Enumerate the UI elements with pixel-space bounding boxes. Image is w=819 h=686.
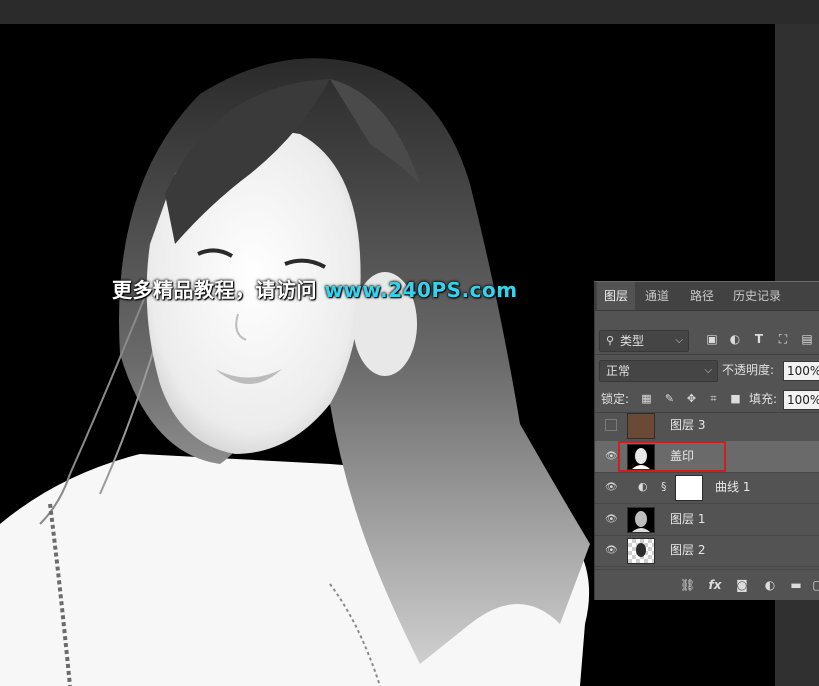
watermark-text: 更多精品教程，请访问 www.240PS.com xyxy=(112,274,518,303)
blend-mode-dropdown[interactable]: 正常 ⌵ xyxy=(599,360,718,382)
chevron-down-icon: ⌵ xyxy=(675,335,683,346)
lock-artboard-icon[interactable]: ⌗ xyxy=(707,392,720,405)
panel-tabs: 图层 通道 路径 历史记录 xyxy=(595,282,819,311)
layer-name: 图层 2 xyxy=(670,543,706,557)
layer-name: 图层 3 xyxy=(670,418,706,432)
tab-channels[interactable]: 通道 xyxy=(638,282,676,310)
new-group-icon[interactable]: ▬ xyxy=(789,578,803,592)
add-mask-icon[interactable]: ◙ xyxy=(735,578,749,592)
filter-label: 类型 xyxy=(620,334,645,348)
lock-label: 锁定: xyxy=(601,392,630,406)
opacity-label: 不透明度: xyxy=(722,363,775,377)
layer-thumbnail xyxy=(627,413,655,439)
panel-bottom-bar: ⛓ fx ◙ ◐ ▬ ▢ xyxy=(595,569,819,600)
portrait-thumbnail-icon xyxy=(636,543,646,557)
image-filter-icon[interactable]: ▣ xyxy=(705,332,719,346)
layer-name: 曲线 1 xyxy=(715,480,751,494)
link-layers-icon[interactable]: ⛓ xyxy=(680,578,695,592)
layer-thumbnail xyxy=(627,507,655,533)
fill-label: 填充: xyxy=(749,392,778,406)
layer-row-curves-1[interactable]: 👁 ◐ § 曲线 1 xyxy=(595,472,819,504)
visibility-toggle-off[interactable] xyxy=(605,419,617,431)
layer-row-layer-1[interactable]: 👁 图层 1 xyxy=(595,504,819,536)
fill-field[interactable]: 100% xyxy=(783,390,819,410)
eye-icon[interactable]: 👁 xyxy=(605,514,618,526)
layer-row-layer-2[interactable]: 👁 图层 2 xyxy=(595,535,819,567)
fx-icon[interactable]: fx xyxy=(708,578,722,592)
watermark-label: 更多精品教程，请访问 xyxy=(112,278,317,302)
new-adjustment-icon[interactable]: ◐ xyxy=(763,578,777,592)
options-bar xyxy=(0,0,819,24)
adjustment-filter-icon[interactable]: ◐ xyxy=(728,332,742,346)
shape-filter-icon[interactable]: ⛶ xyxy=(776,332,790,346)
type-filter-icon[interactable]: T xyxy=(752,332,766,346)
chevron-down-icon: ⌵ xyxy=(704,365,712,376)
new-layer-icon[interactable]: ▢ xyxy=(811,578,819,592)
layer-filter-dropdown[interactable]: ⚲ 类型 ⌵ xyxy=(599,330,689,352)
layer-row-layer-3[interactable]: 图层 3 xyxy=(595,410,819,442)
smart-object-filter-icon[interactable]: ▤ xyxy=(800,332,814,346)
blend-mode-value: 正常 xyxy=(606,364,631,378)
watermark-url: www.240PS.com xyxy=(324,278,518,302)
portrait-thumbnail-icon xyxy=(628,508,654,532)
layers-panel: 图层 通道 路径 历史记录 ⚲ 类型 ⌵ ▣ ◐ T ⛶ ▤ 正常 ⌵ 不透明度… xyxy=(594,281,819,600)
highlight-annotation xyxy=(618,441,726,472)
chain-link-icon[interactable]: § xyxy=(661,480,671,494)
lock-pixels-icon[interactable]: ▦ xyxy=(640,392,653,405)
layer-name: 图层 1 xyxy=(670,512,706,526)
divider xyxy=(595,354,819,355)
eye-icon[interactable]: 👁 xyxy=(605,545,618,557)
lock-move-icon[interactable]: ✥ xyxy=(685,392,698,405)
opacity-field[interactable]: 100% xyxy=(783,361,819,381)
search-icon: ⚲ xyxy=(606,334,615,347)
tab-paths[interactable]: 路径 xyxy=(683,282,721,310)
adjustment-layer-icon: ◐ xyxy=(638,480,648,493)
lock-paint-icon[interactable]: ✎ xyxy=(663,392,676,405)
layer-mask-thumbnail xyxy=(675,475,703,501)
eye-icon[interactable]: 👁 xyxy=(605,451,618,463)
tab-history[interactable]: 历史记录 xyxy=(726,282,788,310)
eye-icon[interactable]: 👁 xyxy=(605,482,618,494)
layer-thumbnail xyxy=(627,538,655,564)
lock-all-icon[interactable]: ■ xyxy=(729,392,742,405)
tab-layers[interactable]: 图层 xyxy=(597,282,636,310)
